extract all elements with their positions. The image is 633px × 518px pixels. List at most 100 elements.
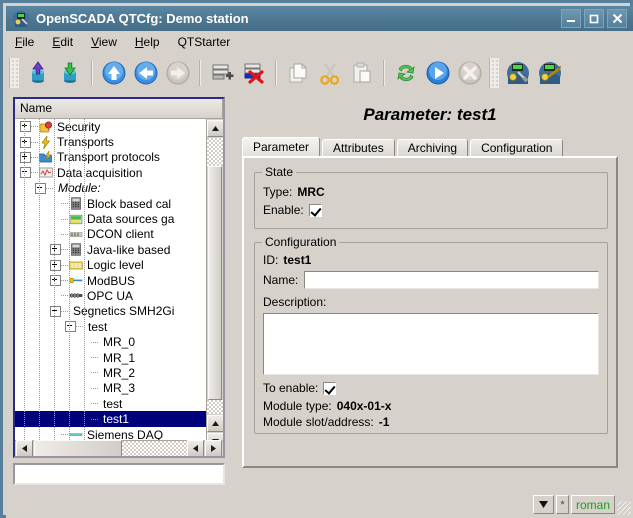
vision-tool-icon[interactable] — [535, 58, 565, 88]
hscroll-thumb[interactable] — [34, 440, 122, 457]
tree-item-dcon-client[interactable]: DCON client — [15, 227, 208, 242]
expand-icon[interactable] — [20, 152, 31, 163]
config-tool-icon[interactable] — [503, 58, 533, 88]
state-group: State Type: MRC Enable: — [254, 172, 608, 229]
tree-item-security[interactable]: Security — [15, 119, 208, 134]
tab-archiving[interactable]: Archiving — [397, 139, 468, 157]
to-enable-checkbox[interactable] — [323, 382, 336, 395]
tree-item-test[interactable]: test — [15, 319, 208, 334]
application-window: OpenSCADA QTCfg: Demo station File Edit … — [0, 0, 633, 518]
tree-item-opc-ua[interactable]: OPC UA — [15, 288, 208, 303]
tree-status-input[interactable] — [13, 463, 225, 485]
tree-vertical-scrollbar[interactable] — [206, 119, 223, 440]
minimize-button[interactable] — [561, 9, 581, 28]
tree-item-mr-2[interactable]: MR_2 — [15, 365, 208, 380]
hscroll-right-button[interactable] — [205, 440, 222, 457]
refresh-icon[interactable] — [391, 58, 421, 88]
close-button[interactable] — [607, 9, 627, 28]
tree-item-mr-0[interactable]: MR_0 — [15, 334, 208, 349]
cut-icon[interactable] — [315, 58, 345, 88]
menu-edit[interactable]: Edit — [43, 33, 82, 51]
expand-icon[interactable] — [50, 275, 61, 286]
expand-icon[interactable] — [20, 137, 31, 148]
hscroll-left-button[interactable] — [16, 440, 33, 457]
add-node-icon[interactable] — [207, 58, 237, 88]
collapse-icon[interactable] — [65, 321, 76, 332]
tree-item-transport-protocols[interactable]: Transport protocols — [15, 150, 208, 165]
status-dropdown-button[interactable] — [533, 495, 554, 514]
tree-frame: Name SecurityTransportsTransport protoco… — [13, 97, 225, 458]
tree-item-data-sources-ga[interactable]: Data sources ga — [15, 211, 208, 226]
tree-item-label: MR_2 — [101, 366, 135, 380]
load-from-db-icon[interactable] — [23, 58, 53, 88]
tree-item-data-acquisition[interactable]: Data acquisition — [15, 165, 208, 180]
scroll-track-upper[interactable] — [207, 138, 223, 166]
scroll-up-button-2[interactable] — [207, 415, 224, 432]
title-bar: OpenSCADA QTCfg: Demo station — [6, 6, 633, 31]
copy-icon — [283, 58, 313, 88]
dcon-icon — [69, 228, 83, 241]
collapse-icon[interactable] — [35, 183, 46, 194]
expand-icon[interactable] — [20, 121, 31, 132]
tree-item-label: MR_1 — [101, 351, 135, 365]
tree-column-header-name[interactable]: Name — [15, 99, 223, 119]
tree-item-mr-1[interactable]: MR_1 — [15, 350, 208, 365]
collapse-icon[interactable] — [20, 167, 31, 178]
delete-node-icon[interactable] — [239, 58, 269, 88]
tree-connector — [61, 280, 69, 281]
menu-qtstarter[interactable]: QTStarter — [169, 33, 240, 51]
tree-horizontal-scrollbar[interactable] — [15, 440, 223, 456]
tree-item-test[interactable]: test — [15, 396, 208, 411]
tree-item-module[interactable]: Module: — [15, 181, 208, 196]
enable-checkbox[interactable] — [309, 204, 322, 217]
menu-help[interactable]: Help — [126, 33, 169, 51]
menu-view[interactable]: View — [82, 33, 126, 51]
tree-body[interactable]: SecurityTransportsTransport protocolsDat… — [15, 119, 208, 440]
paste-icon — [347, 58, 377, 88]
description-textarea[interactable] — [263, 313, 599, 375]
pane-splitter[interactable] — [227, 97, 233, 485]
hscroll-left-button-2[interactable] — [187, 440, 204, 457]
save-to-db-icon[interactable] — [55, 58, 85, 88]
hscroll-track[interactable] — [122, 441, 187, 456]
name-input[interactable] — [304, 271, 599, 289]
tab-configuration[interactable]: Configuration — [470, 139, 563, 157]
calc-icon — [69, 243, 83, 256]
menu-view-rest: iew — [99, 35, 117, 49]
logic-icon — [69, 259, 83, 272]
tree-item-test1[interactable]: test1 — [15, 411, 208, 426]
tree-item-mr-3[interactable]: MR_3 — [15, 381, 208, 396]
tree-item-logic-level[interactable]: Logic level — [15, 258, 208, 273]
scroll-track-lower[interactable] — [207, 400, 223, 414]
toolbar-grip-2[interactable] — [489, 58, 499, 88]
tree-item-java-like-based[interactable]: Java-like based — [15, 242, 208, 257]
status-user-label[interactable]: roman — [571, 495, 615, 514]
resize-grip[interactable] — [617, 501, 631, 515]
expand-icon[interactable] — [50, 244, 61, 255]
name-label: Name: — [263, 273, 298, 287]
state-group-title: State — [262, 165, 296, 179]
up-level-icon[interactable] — [99, 58, 129, 88]
page-title: Parameter: test1 — [234, 105, 626, 125]
tree-item-siemens-daq[interactable]: Siemens DAQ — [15, 427, 208, 440]
module-type-row: Module type: 040x-01-x — [263, 399, 391, 413]
tree-item-segnetics-smh2gi[interactable]: Segnetics SMH2Gi — [15, 304, 208, 319]
maximize-button[interactable] — [584, 9, 604, 28]
tree-connector — [61, 203, 69, 204]
tree-item-modbus[interactable]: ModBUS — [15, 273, 208, 288]
menu-file[interactable]: File — [6, 33, 43, 51]
scroll-thumb[interactable] — [208, 166, 222, 400]
previous-icon[interactable] — [131, 58, 161, 88]
expand-icon[interactable] — [50, 260, 61, 271]
collapse-icon[interactable] — [50, 306, 61, 317]
main-area: Name SecurityTransportsTransport protoco… — [6, 94, 633, 491]
scroll-up-button[interactable] — [207, 120, 224, 137]
id-label: ID: — [263, 253, 278, 267]
tab-parameter[interactable]: Parameter — [242, 137, 320, 157]
tree-connector — [91, 419, 99, 420]
tree-item-block-based-cal[interactable]: Block based cal — [15, 196, 208, 211]
tab-attributes[interactable]: Attributes — [322, 139, 395, 157]
start-icon[interactable] — [423, 58, 453, 88]
toolbar-grip-1[interactable] — [9, 58, 19, 88]
tree-item-transports[interactable]: Transports — [15, 134, 208, 149]
